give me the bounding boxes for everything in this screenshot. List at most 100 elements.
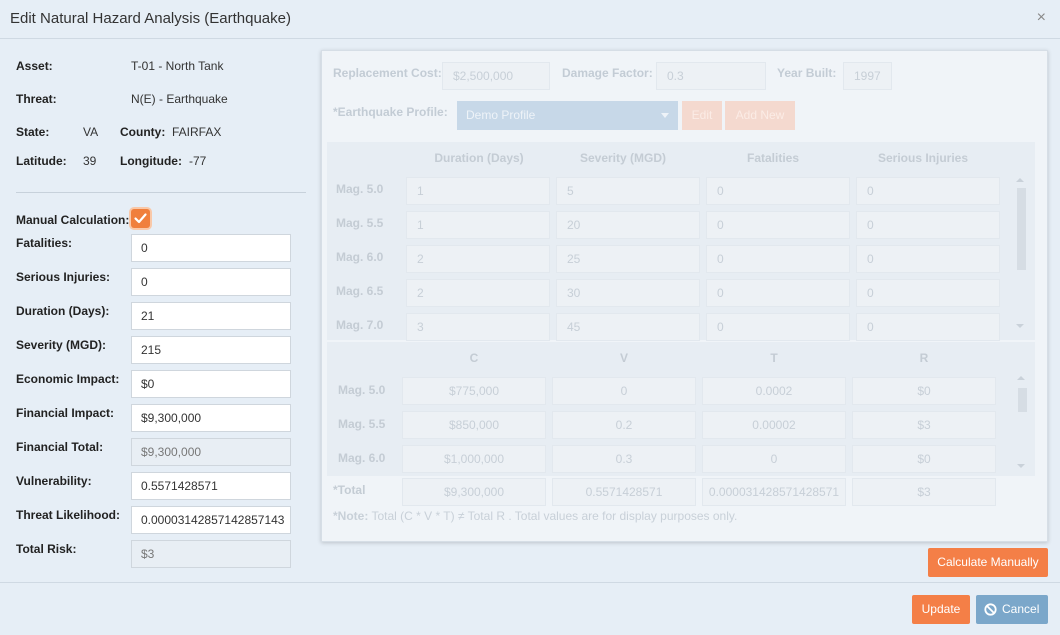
fatalities-input[interactable]: 0 bbox=[131, 234, 291, 262]
year-built-input[interactable]: 1997 bbox=[843, 62, 892, 90]
total-row-label: *Total bbox=[333, 483, 366, 497]
table-cell[interactable]: 0 bbox=[856, 211, 1000, 239]
column-header: C bbox=[469, 351, 479, 365]
close-icon[interactable]: × bbox=[1037, 9, 1046, 27]
table-cell[interactable]: 1 bbox=[406, 177, 550, 205]
scroll-down-icon[interactable] bbox=[1016, 324, 1024, 328]
earthquake-profile-value: Demo Profile bbox=[466, 108, 536, 122]
table-cell[interactable]: 30 bbox=[556, 279, 700, 307]
table-cell[interactable]: 2 bbox=[406, 279, 550, 307]
financial-impact-label: Financial Impact: bbox=[16, 406, 115, 420]
manual-calculation-label: Manual Calculation: bbox=[16, 213, 130, 227]
checkmark-icon bbox=[134, 213, 147, 224]
table-cell[interactable]: 5 bbox=[556, 177, 700, 205]
table-cell[interactable]: 0 bbox=[702, 445, 846, 473]
duration-input[interactable]: 21 bbox=[131, 302, 291, 330]
row-label: Mag. 6.0 bbox=[338, 451, 386, 465]
dialog-header: Edit Natural Hazard Analysis (Earthquake… bbox=[0, 0, 1060, 39]
total-risk-label: Total Risk: bbox=[16, 542, 77, 556]
total-risk-field: $3 bbox=[131, 540, 291, 568]
table-cell[interactable]: 0 bbox=[706, 279, 850, 307]
total-cell: $3 bbox=[852, 478, 996, 506]
damage-factor-label: Damage Factor: bbox=[562, 66, 653, 80]
state-label: State: bbox=[16, 125, 50, 139]
table-cell[interactable]: 20 bbox=[556, 211, 700, 239]
scroll-up-icon[interactable] bbox=[1016, 178, 1024, 182]
table-cell[interactable]: $850,000 bbox=[402, 411, 546, 439]
duration-label: Duration (Days): bbox=[16, 304, 110, 318]
vulnerability-input[interactable]: 0.5571428571 bbox=[131, 472, 291, 500]
longitude-label: Longitude: bbox=[120, 154, 182, 168]
earthquake-profile-label: *Earthquake Profile: bbox=[333, 105, 448, 119]
table-cell[interactable]: 1 bbox=[406, 211, 550, 239]
edit-profile-button[interactable]: Edit bbox=[682, 101, 722, 130]
row-label: Mag. 6.0 bbox=[336, 250, 384, 264]
economic-impact-input[interactable]: $0 bbox=[131, 370, 291, 398]
scroll-up-icon[interactable] bbox=[1017, 376, 1025, 380]
serious-injuries-input[interactable]: 0 bbox=[131, 268, 291, 296]
ban-icon bbox=[984, 603, 997, 616]
calculate-manually-button[interactable]: Calculate Manually bbox=[928, 548, 1048, 577]
row-label: Mag. 5.0 bbox=[336, 182, 384, 196]
damage-factor-input[interactable]: 0.3 bbox=[656, 62, 766, 90]
update-button[interactable]: Update bbox=[912, 595, 970, 624]
asset-value: T-01 - North Tank bbox=[131, 59, 224, 73]
table-cell[interactable]: $775,000 bbox=[402, 377, 546, 405]
financial-impact-input[interactable]: $9,300,000 bbox=[131, 404, 291, 432]
scroll-down-icon[interactable] bbox=[1017, 464, 1025, 468]
scroll-thumb[interactable] bbox=[1017, 188, 1026, 270]
table-cell[interactable]: $1,000,000 bbox=[402, 445, 546, 473]
chevron-down-icon bbox=[661, 113, 669, 118]
table-cell[interactable]: 0.2 bbox=[552, 411, 696, 439]
table-cell[interactable]: 0 bbox=[856, 279, 1000, 307]
cancel-button[interactable]: Cancel bbox=[976, 595, 1048, 624]
table-cell[interactable]: 3 bbox=[406, 313, 550, 341]
table-cell[interactable]: 0.0002 bbox=[702, 377, 846, 405]
table-cell[interactable]: 0 bbox=[706, 211, 850, 239]
table-cell[interactable]: 0 bbox=[706, 177, 850, 205]
severity-input[interactable]: 215 bbox=[131, 336, 291, 364]
county-value: FAIRFAX bbox=[172, 125, 222, 139]
asset-label: Asset: bbox=[16, 59, 53, 73]
footer-divider bbox=[0, 582, 1060, 583]
replacement-cost-input[interactable]: $2,500,000 bbox=[442, 62, 550, 90]
total-cell: 0.000031428571428571 bbox=[702, 478, 846, 506]
earthquake-profile-panel: Replacement Cost: $2,500,000 Damage Fact… bbox=[321, 50, 1048, 542]
scrollbar[interactable] bbox=[1015, 178, 1026, 328]
table-cell[interactable]: 0 bbox=[856, 177, 1000, 205]
table-cell[interactable]: $0 bbox=[852, 377, 996, 405]
latitude-value: 39 bbox=[83, 154, 97, 168]
scroll-thumb[interactable] bbox=[1018, 388, 1027, 412]
table-cell[interactable]: 0 bbox=[552, 377, 696, 405]
row-label: Mag. 5.0 bbox=[338, 383, 386, 397]
column-header: T bbox=[770, 351, 778, 365]
longitude-value: -77 bbox=[189, 154, 207, 168]
divider bbox=[16, 192, 306, 193]
financial-total-label: Financial Total: bbox=[16, 440, 104, 454]
manual-calculation-checkbox[interactable] bbox=[131, 209, 150, 228]
table-cell[interactable]: 0 bbox=[706, 313, 850, 341]
threat-likelihood-input[interactable]: 0.00003142857142857143 bbox=[131, 506, 291, 534]
cancel-label: Cancel bbox=[1002, 602, 1040, 616]
table-cell[interactable]: 0 bbox=[856, 313, 1000, 341]
state-value: VA bbox=[83, 125, 99, 139]
earthquake-profile-select[interactable]: Demo Profile bbox=[457, 101, 678, 130]
scrollbar[interactable] bbox=[1016, 376, 1027, 468]
table-cell[interactable]: 2 bbox=[406, 245, 550, 273]
table-cell[interactable]: 25 bbox=[556, 245, 700, 273]
add-new-profile-button[interactable]: Add New bbox=[725, 101, 795, 130]
table-cell[interactable]: 0.00002 bbox=[702, 411, 846, 439]
table-cell[interactable]: 0.3 bbox=[552, 445, 696, 473]
threat-value: N(E) - Earthquake bbox=[131, 92, 228, 106]
note-label: *Note: bbox=[333, 509, 369, 523]
magnitude-table: Duration (Days) Severity (MGD) Fatalitie… bbox=[327, 142, 1035, 341]
table-cell[interactable]: $0 bbox=[852, 445, 996, 473]
threat-likelihood-label: Threat Likelihood: bbox=[16, 508, 121, 522]
column-header: Serious Injuries bbox=[877, 151, 969, 165]
column-header: Severity (MGD) bbox=[579, 151, 667, 165]
column-header: R bbox=[919, 351, 929, 365]
table-cell[interactable]: 0 bbox=[706, 245, 850, 273]
table-cell[interactable]: 45 bbox=[556, 313, 700, 341]
table-cell[interactable]: 0 bbox=[856, 245, 1000, 273]
table-cell[interactable]: $3 bbox=[852, 411, 996, 439]
